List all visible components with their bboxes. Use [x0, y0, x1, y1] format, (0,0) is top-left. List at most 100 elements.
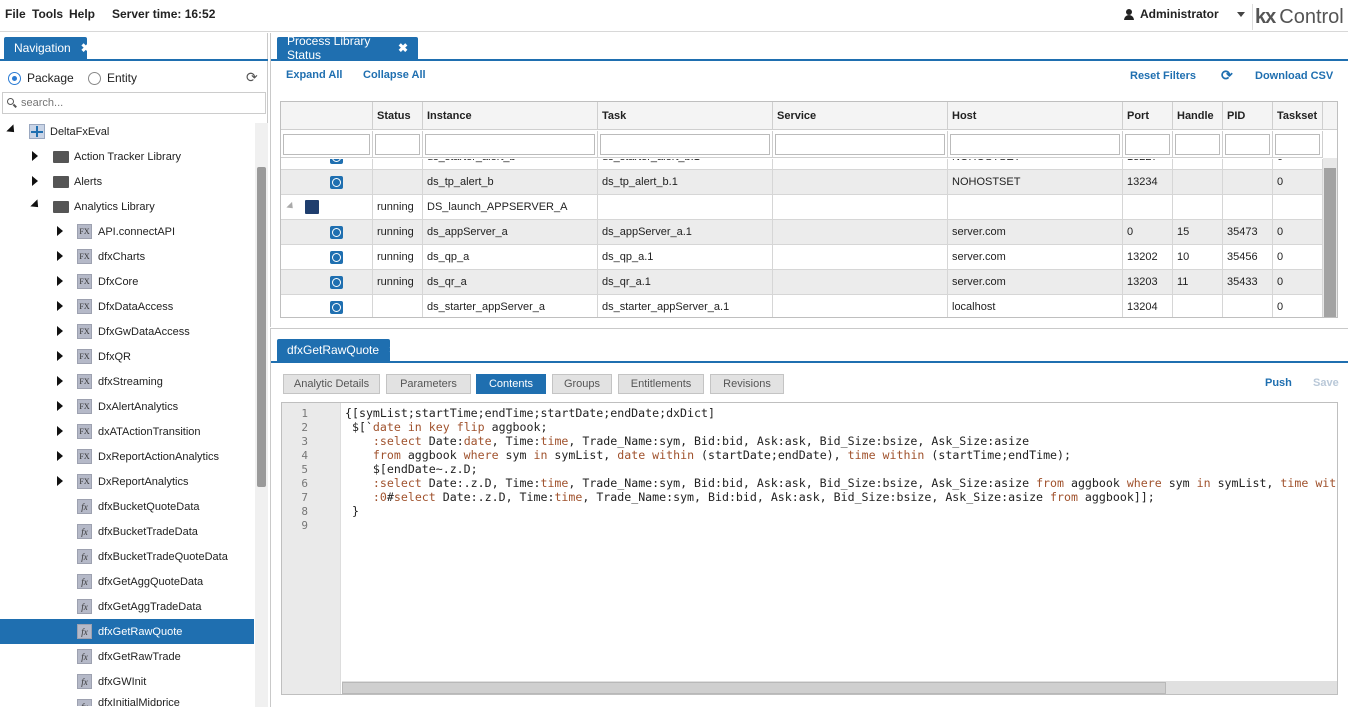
- tree-item-dxatactiontransition[interactable]: FX dxATActionTransition: [0, 419, 254, 444]
- tree-item-dxalertanalytics[interactable]: FX DxAlertAnalytics: [0, 394, 254, 419]
- caret-right-icon[interactable]: [57, 326, 63, 336]
- search-input[interactable]: [21, 97, 251, 109]
- tree-item-dfxcore[interactable]: FX DfxCore: [0, 269, 254, 294]
- filter-status-input[interactable]: [375, 134, 420, 155]
- tree-item-dfxbuckettradequotedata[interactable]: fx dfxBucketTradeQuoteData: [0, 544, 254, 569]
- filter-instance-input[interactable]: [425, 134, 595, 155]
- tree-item-dfxbucketquotedata[interactable]: fx dfxBucketQuoteData: [0, 494, 254, 519]
- tree-item-api-connectapi[interactable]: FX API.connectAPI: [0, 219, 254, 244]
- menu-help[interactable]: Help: [69, 7, 95, 21]
- tree-item-dfxgetrawtrade[interactable]: fx dfxGetRawTrade: [0, 644, 254, 669]
- table-row[interactable]: ds_starter_appServer_a ds_starter_appServ…: [281, 295, 1323, 317]
- grid-scrollbar[interactable]: [1323, 158, 1337, 317]
- column-header-handle[interactable]: Handle: [1173, 102, 1223, 130]
- column-header-instance[interactable]: Instance: [423, 102, 598, 130]
- tab-process-library-status[interactable]: Process Library Status ✖: [277, 34, 418, 62]
- column-header-taskset[interactable]: Taskset: [1273, 102, 1323, 130]
- save-button[interactable]: Save: [1313, 377, 1339, 389]
- tree-item-action-tracker-library[interactable]: Action Tracker Library: [0, 144, 254, 169]
- search-box[interactable]: [2, 92, 266, 114]
- column-header-port[interactable]: Port: [1123, 102, 1173, 130]
- download-csv-button[interactable]: Download CSV: [1255, 70, 1333, 82]
- caret-right-icon[interactable]: [57, 301, 63, 311]
- filter-host-input[interactable]: [950, 134, 1120, 155]
- column-header-host[interactable]: Host: [948, 102, 1123, 130]
- caret-right-icon[interactable]: [57, 226, 63, 236]
- reset-filters-button[interactable]: Reset Filters: [1130, 70, 1196, 82]
- tree-item-dxreportactionanalytics[interactable]: FX DxReportActionAnalytics: [0, 444, 254, 469]
- caret-right-icon[interactable]: [32, 151, 38, 161]
- close-icon[interactable]: ✖: [398, 41, 408, 55]
- tab-dfxgetrawquote[interactable]: dfxGetRawQuote ✖: [277, 339, 399, 361]
- refresh-icon[interactable]: ⟳: [1221, 67, 1233, 84]
- subtab-revisions[interactable]: Revisions: [710, 374, 784, 394]
- expand-all-button[interactable]: Expand All: [286, 69, 342, 81]
- menu-file[interactable]: File: [5, 7, 26, 21]
- table-row[interactable]: ds_tp_alert_b ds_tp_alert_b.1 NOHOSTSET 132…: [281, 170, 1323, 195]
- tree-item-dfxgetaggtradedata[interactable]: fx dfxGetAggTradeData: [0, 594, 254, 619]
- tree-item-analytics-library[interactable]: Analytics Library: [0, 194, 254, 219]
- radio-package-indicator[interactable]: [8, 71, 21, 85]
- caret-right-icon[interactable]: [57, 351, 63, 361]
- editor-horizontal-scrollbar[interactable]: [342, 681, 1337, 694]
- caret-down-icon[interactable]: [30, 199, 42, 211]
- subtab-analytic-details[interactable]: Analytic Details: [283, 374, 380, 394]
- table-row[interactable]: ds_starter_alert_bds_starter_alert_b.1 NO…: [281, 159, 1323, 170]
- caret-right-icon[interactable]: [57, 451, 63, 461]
- filter-task-input[interactable]: [600, 134, 770, 155]
- column-header-service[interactable]: Service: [773, 102, 948, 130]
- tree-item-dxreportanalytics[interactable]: FX DxReportAnalytics: [0, 469, 254, 494]
- tree-item-dfxstreaming[interactable]: FX dfxStreaming: [0, 369, 254, 394]
- tree-item-dfxqr[interactable]: FX DfxQR: [0, 344, 254, 369]
- filter-taskset-input[interactable]: [1275, 134, 1320, 155]
- caret-right-icon[interactable]: [57, 276, 63, 286]
- radio-package[interactable]: Package: [8, 71, 74, 85]
- table-row[interactable]: running DS_launch_APPSERVER_A: [281, 195, 1323, 220]
- tree-item-dfxdataaccess[interactable]: FX DfxDataAccess: [0, 294, 254, 319]
- tree-root[interactable]: DeltaFxEval: [0, 119, 254, 144]
- filter-service-input[interactable]: [775, 134, 945, 155]
- column-header-task[interactable]: Task: [598, 102, 773, 130]
- nav-scrollbar[interactable]: [255, 123, 268, 707]
- collapse-all-button[interactable]: Collapse All: [363, 69, 426, 81]
- filter-tree-input[interactable]: [283, 134, 370, 155]
- subtab-contents[interactable]: Contents: [476, 374, 546, 394]
- radio-entity[interactable]: Entity: [88, 71, 137, 85]
- code-editor[interactable]: 123456789 {[symList;startTime;endTime;st…: [281, 402, 1338, 695]
- refresh-icon[interactable]: ⟳: [246, 69, 258, 86]
- table-row[interactable]: running ds_qr_a ds_qr_a.1 server.com 13203 11…: [281, 270, 1323, 295]
- menu-tools[interactable]: Tools: [32, 7, 63, 21]
- tree-item-dfxcharts[interactable]: FX dfxCharts: [0, 244, 254, 269]
- tree-item-dfxbuckettradedata[interactable]: fx dfxBucketTradeData: [0, 519, 254, 544]
- push-button[interactable]: Push: [1265, 377, 1292, 389]
- filter-port-input[interactable]: [1125, 134, 1170, 155]
- table-row[interactable]: running ds_qp_a ds_qp_a.1 server.com 13202 10…: [281, 245, 1323, 270]
- tree-item-dfxinitialmidprice[interactable]: fx dfxInitialMidprice: [0, 694, 254, 706]
- column-header-tree[interactable]: [281, 102, 373, 130]
- filter-handle-input[interactable]: [1175, 134, 1220, 155]
- caret-right-icon[interactable]: [57, 376, 63, 386]
- user-menu[interactable]: Administrator: [1124, 7, 1245, 21]
- table-row[interactable]: running ds_appServer_a ds_appServer_a.1 ser…: [281, 220, 1323, 245]
- caret-right-icon[interactable]: [57, 426, 63, 436]
- tree-item-dfxgetaggquotedata[interactable]: fx dfxGetAggQuoteData: [0, 569, 254, 594]
- tab-navigation[interactable]: Navigation ✖: [4, 37, 91, 59]
- column-header-pid[interactable]: PID: [1223, 102, 1273, 130]
- subtab-parameters[interactable]: Parameters: [386, 374, 471, 394]
- caret-down-icon[interactable]: [6, 124, 18, 136]
- caret-right-icon[interactable]: [32, 176, 38, 186]
- caret-down-icon[interactable]: [286, 201, 296, 212]
- radio-entity-indicator[interactable]: [88, 71, 101, 85]
- tree-item-dfxgwdataaccess[interactable]: FX DfxGwDataAccess: [0, 319, 254, 344]
- caret-right-icon[interactable]: [57, 401, 63, 411]
- subtab-groups[interactable]: Groups: [552, 374, 612, 394]
- column-header-status[interactable]: Status: [373, 102, 423, 130]
- close-icon[interactable]: ✖: [81, 41, 91, 55]
- subtab-entitlements[interactable]: Entitlements: [618, 374, 704, 394]
- tree-item-dfxgetrawquote[interactable]: fx dfxGetRawQuote: [0, 619, 254, 644]
- tree-item-dfxgwinit[interactable]: fx dfxGWInit: [0, 669, 254, 694]
- tree-item-alerts[interactable]: Alerts: [0, 169, 254, 194]
- close-icon[interactable]: ✖: [389, 343, 399, 357]
- caret-right-icon[interactable]: [57, 251, 63, 261]
- caret-right-icon[interactable]: [57, 476, 63, 486]
